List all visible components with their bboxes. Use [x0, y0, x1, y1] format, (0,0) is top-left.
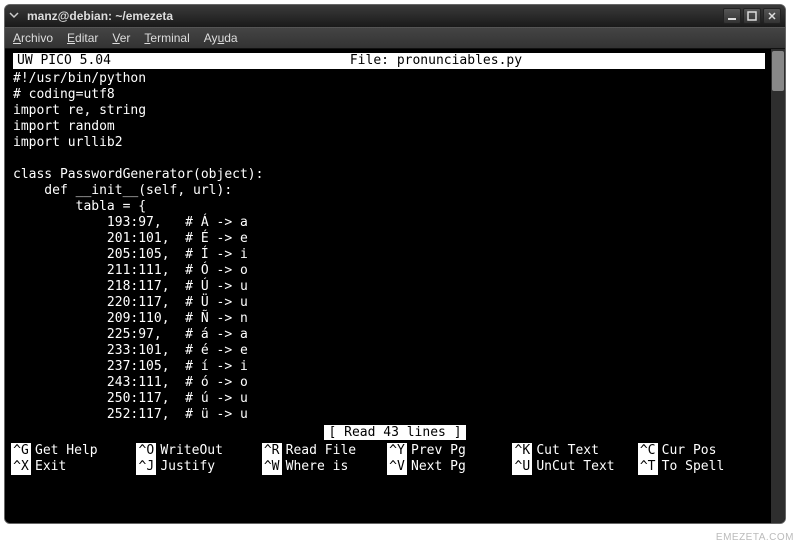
menu-ayuda[interactable]: Ayuda	[204, 31, 238, 45]
menubar: Archivo Editar Ver Terminal Ayuda	[5, 27, 785, 49]
shortcut-justify[interactable]: ^JJustify	[136, 459, 261, 475]
window-title: manz@debian: ~/emezeta	[27, 9, 723, 23]
shortcut-uncut-text[interactable]: ^UUnCut Text	[512, 459, 637, 475]
close-button[interactable]	[763, 8, 781, 24]
shortcut-cut-text[interactable]: ^KCut Text	[512, 443, 637, 459]
terminal-area[interactable]: UW PICO 5.04 File: pronunciables.py #!/u…	[5, 49, 785, 523]
editor-file-label: File: pronunciables.py	[350, 53, 522, 69]
window-titlebar[interactable]: manz@debian: ~/emezeta	[5, 5, 785, 27]
window-controls	[723, 8, 781, 24]
shortcut-next-pg[interactable]: ^VNext Pg	[387, 459, 512, 475]
editor-header: UW PICO 5.04 File: pronunciables.py	[13, 53, 765, 69]
scrollbar[interactable]	[771, 49, 785, 523]
watermark: EMEZETA.COM	[716, 532, 794, 543]
shortcut-get-help[interactable]: ^GGet Help	[11, 443, 136, 459]
terminal-window: manz@debian: ~/emezeta Archivo Editar Ve…	[4, 4, 786, 524]
shortcut-row-2: ^XExit ^JJustify ^WWhere is ^VNext Pg ^U…	[11, 459, 763, 475]
chevron-down-icon[interactable]	[9, 9, 19, 23]
shortcut-cur-pos[interactable]: ^CCur Pos	[638, 443, 763, 459]
scroll-thumb[interactable]	[772, 51, 784, 91]
shortcut-bar: ^GGet Help ^OWriteOut ^RRead File ^YPrev…	[11, 443, 779, 475]
menu-archivo[interactable]: Archivo	[13, 31, 53, 45]
menu-ver[interactable]: Ver	[112, 31, 130, 45]
minimize-button[interactable]	[723, 8, 741, 24]
shortcut-read-file[interactable]: ^RRead File	[262, 443, 387, 459]
status-text: [ Read 43 lines ]	[324, 425, 465, 440]
shortcut-prev-pg[interactable]: ^YPrev Pg	[387, 443, 512, 459]
shortcut-to-spell[interactable]: ^TTo Spell	[638, 459, 763, 475]
editor-program: UW PICO 5.04	[17, 53, 111, 69]
shortcut-writeout[interactable]: ^OWriteOut	[136, 443, 261, 459]
shortcut-row-1: ^GGet Help ^OWriteOut ^RRead File ^YPrev…	[11, 443, 763, 459]
maximize-button[interactable]	[743, 8, 761, 24]
code-area[interactable]: #!/usr/bin/python # coding=utf8 import r…	[11, 69, 779, 423]
menu-terminal[interactable]: Terminal	[144, 31, 189, 45]
menu-editar[interactable]: Editar	[67, 31, 98, 45]
shortcut-where-is[interactable]: ^WWhere is	[262, 459, 387, 475]
status-row: [ Read 43 lines ]	[11, 425, 779, 441]
shortcut-exit[interactable]: ^XExit	[11, 459, 136, 475]
